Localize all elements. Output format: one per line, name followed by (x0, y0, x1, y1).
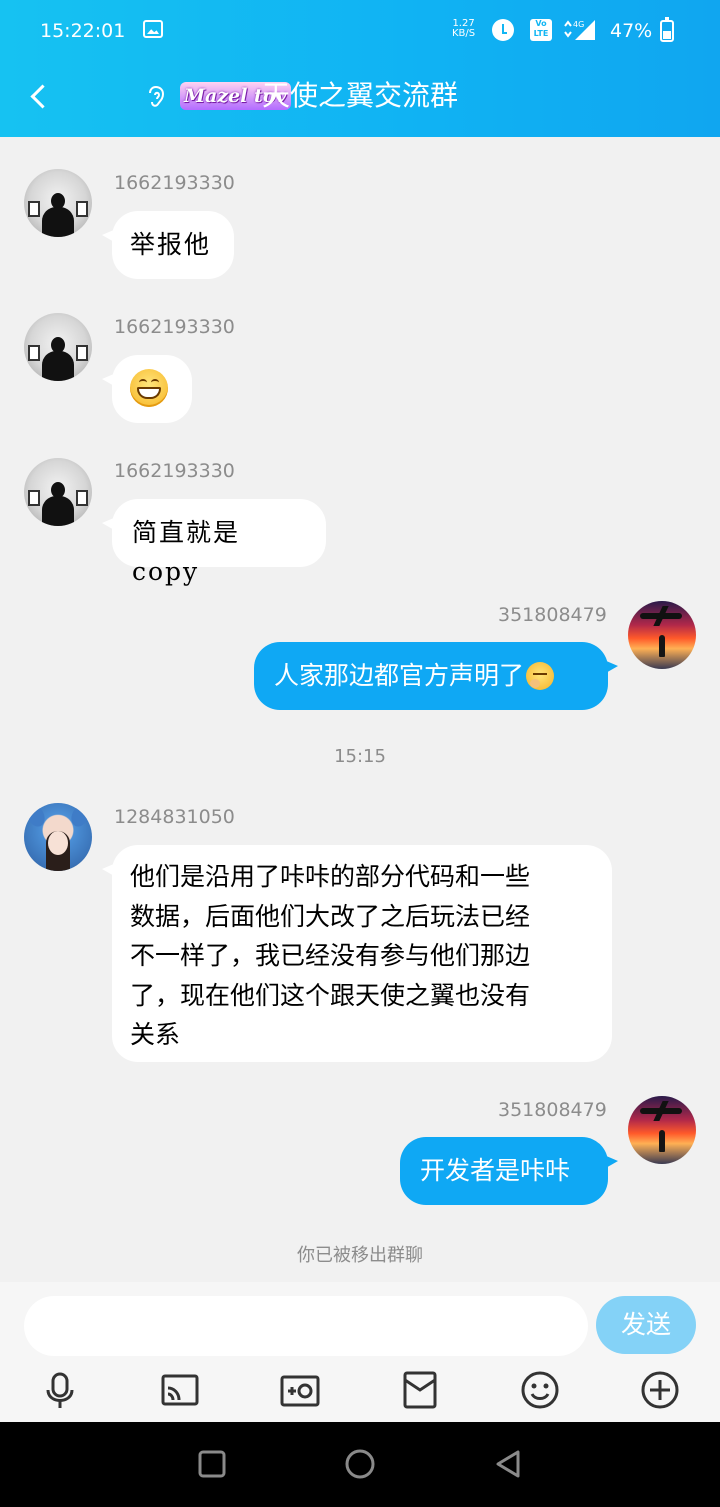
red-packet-icon[interactable] (400, 1370, 440, 1410)
ear-icon[interactable] (146, 84, 168, 110)
network-type: 4G (573, 20, 584, 29)
message-bubble[interactable] (102, 355, 192, 423)
message-line: 了，现在他们这个跟天使之翼也没有 (130, 980, 531, 1010)
sender-id: 351808479 (498, 1099, 607, 1121)
input-bar: 发送 (0, 1282, 720, 1422)
back-button[interactable] (24, 78, 60, 114)
message-bubble[interactable]: 人家那边都官方声明了 (254, 642, 618, 710)
message-line: 数据，后面他们大改了之后玩法已经 (130, 901, 531, 931)
home-button[interactable] (344, 1448, 376, 1480)
system-notice: 你已被移出群聊 (297, 1245, 423, 1266)
message-input[interactable] (24, 1296, 588, 1356)
message-text: 举报他 (130, 230, 212, 259)
back-nav-button[interactable] (492, 1448, 524, 1480)
group-title[interactable]: 天使之翼交流群 (262, 78, 458, 114)
message-text: 简直就是copy (132, 518, 241, 586)
network-speed: 1.27 KB/S (452, 19, 475, 39)
cast-screen-icon[interactable] (160, 1370, 200, 1410)
avatar[interactable] (24, 458, 92, 526)
image-notification-icon (143, 20, 163, 38)
message-line: 关系 (130, 1020, 181, 1049)
network-speed-unit: KB/S (452, 28, 476, 39)
status-time: 15:22:01 (40, 20, 126, 42)
signal-4g-icon: 4G (564, 20, 595, 40)
message-line: 他们是沿用了咔咔的部分代码和一些 (130, 862, 531, 891)
microphone-icon[interactable] (40, 1370, 80, 1410)
system-nav-bar (0, 1422, 720, 1507)
grinning-face-icon (130, 369, 168, 407)
video-camera-icon[interactable] (280, 1370, 320, 1410)
avatar[interactable] (628, 601, 696, 669)
message-bubble[interactable]: 开发者是咔咔 (400, 1137, 618, 1205)
avatar[interactable] (628, 1096, 696, 1164)
chat-header: 15:22:01 1.27 KB/S Vo LTE 4G 47% Mazel to… (0, 0, 720, 137)
title-bar: Mazel tov 天使之翼交流群 (0, 70, 720, 124)
volte-line1: Vo (535, 19, 547, 28)
message-text: 人家那边都官方声明了 (274, 661, 525, 690)
smiley-icon[interactable] (520, 1370, 560, 1410)
message-line: 不一样了，我已经没有参与他们那边 (130, 941, 531, 970)
volte-line2: LTE (533, 29, 549, 38)
add-circle-icon[interactable] (640, 1370, 680, 1410)
message-text: 开发者是咔咔 (420, 1156, 571, 1185)
sender-id: 1662193330 (114, 460, 235, 482)
avatar[interactable] (24, 803, 92, 871)
battery-percent: 47% (610, 20, 653, 42)
sender-id: 1662193330 (114, 316, 235, 338)
sender-id: 351808479 (498, 604, 607, 626)
alarm-icon (492, 19, 514, 41)
status-bar: 15:22:01 1.27 KB/S Vo LTE 4G 47% (0, 16, 720, 48)
send-button[interactable]: 发送 (596, 1296, 696, 1354)
sender-id: 1662193330 (114, 172, 235, 194)
battery-icon (660, 17, 674, 42)
timestamp: 15:15 (334, 746, 386, 767)
message-bubble[interactable]: 简直就是copy (102, 499, 326, 586)
thinking-face-icon (526, 662, 555, 690)
recents-button[interactable] (196, 1448, 228, 1480)
sender-id: 1284831050 (114, 806, 235, 828)
avatar[interactable] (24, 169, 92, 237)
avatar[interactable] (24, 313, 92, 381)
volte-icon: Vo LTE (530, 19, 552, 41)
message-bubble[interactable]: 他们是沿用了咔咔的部分代码和一些 数据，后面他们大改了之后玩法已经 不一样了，我… (102, 845, 612, 1062)
message-bubble[interactable]: 举报他 (102, 211, 234, 279)
